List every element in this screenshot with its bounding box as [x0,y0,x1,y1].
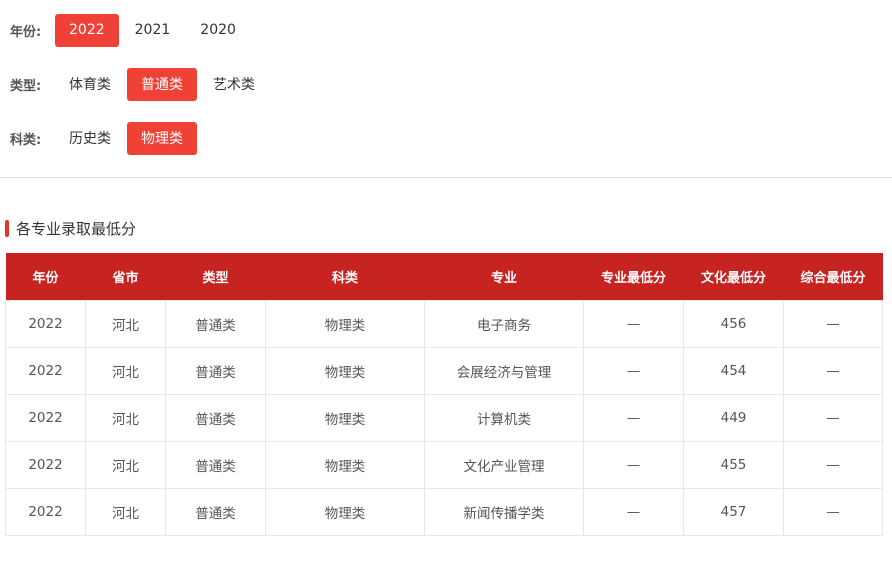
cell-overall-min-score: — [783,488,883,536]
cell-year: 2022 [5,347,86,395]
cell-type: 普通类 [165,347,266,395]
cell-province: 河北 [85,488,166,536]
cell-province: 河北 [85,441,166,489]
cell-major-min-score: — [583,441,684,489]
header-type: 类型 [165,253,266,301]
cell-type: 普通类 [165,488,266,536]
header-major: 专业 [424,253,584,301]
cell-major: 计算机类 [424,394,584,442]
cell-major: 文化产业管理 [424,441,584,489]
scores-table: 年份 省市 类型 科类 专业 专业最低分 文化最低分 综合最低分 2022 河北… [5,253,883,536]
cell-culture-min-score: 457 [683,488,784,536]
cell-culture-min-score: 449 [683,394,784,442]
header-year: 年份 [5,253,86,301]
cell-year: 2022 [5,300,86,348]
cell-overall-min-score: — [783,394,883,442]
year-option-2021[interactable]: 2021 [121,14,185,47]
table-row: 2022 河北 普通类 物理类 会展经济与管理 — 454 — [5,347,883,395]
cell-subject: 物理类 [265,441,425,489]
cell-major-min-score: — [583,347,684,395]
subject-option-history[interactable]: 历史类 [55,122,125,155]
cell-province: 河北 [85,347,166,395]
cell-major-min-score: — [583,488,684,536]
type-option-general[interactable]: 普通类 [127,67,197,101]
cell-type: 普通类 [165,394,266,442]
cell-province: 河北 [85,300,166,348]
cell-type: 普通类 [165,441,266,489]
subject-filter-label: 科类: [10,132,42,148]
header-culture-min-score: 文化最低分 [683,253,784,301]
cell-year: 2022 [5,394,86,442]
cell-year: 2022 [5,441,86,489]
cell-subject: 物理类 [265,488,425,536]
cell-culture-min-score: 454 [683,347,784,395]
table-row: 2022 河北 普通类 物理类 新闻传播学类 — 457 — [5,488,883,536]
cell-subject: 物理类 [265,394,425,442]
header-province: 省市 [85,253,166,301]
cell-major-min-score: — [583,394,684,442]
type-option-arts[interactable]: 艺术类 [199,68,269,101]
section-title: 各专业录取最低分 [5,219,137,238]
cell-type: 普通类 [165,300,266,348]
year-option-2020[interactable]: 2020 [186,14,250,47]
table-header-row: 年份 省市 类型 科类 专业 专业最低分 文化最低分 综合最低分 [5,253,883,301]
year-option-2022[interactable]: 2022 [55,13,119,47]
header-subject: 科类 [265,253,425,301]
cell-overall-min-score: — [783,347,883,395]
cell-culture-min-score: 455 [683,441,784,489]
cell-province: 河北 [85,394,166,442]
cell-major: 新闻传播学类 [424,488,584,536]
cell-major-min-score: — [583,300,684,348]
subject-filter-row: 科类: 历史类 物理类 [0,121,199,155]
year-filter-label: 年份: [10,24,42,40]
cell-subject: 物理类 [265,300,425,348]
cell-subject: 物理类 [265,347,425,395]
table-row: 2022 河北 普通类 物理类 文化产业管理 — 455 — [5,441,883,489]
section-title-bar [5,219,9,237]
year-filter-row: 年份: 2022 2021 2020 [0,13,252,47]
cell-culture-min-score: 456 [683,300,784,348]
cell-overall-min-score: — [783,300,883,348]
subject-option-physics[interactable]: 物理类 [127,121,197,155]
header-major-min-score: 专业最低分 [583,253,684,301]
table-row: 2022 河北 普通类 物理类 电子商务 — 456 — [5,300,883,348]
cell-year: 2022 [5,488,86,536]
type-filter-label: 类型: [10,78,42,94]
cell-overall-min-score: — [783,441,883,489]
type-filter-row: 类型: 体育类 普通类 艺术类 [0,67,271,101]
cell-major: 电子商务 [424,300,584,348]
table-row: 2022 河北 普通类 物理类 计算机类 — 449 — [5,394,883,442]
divider [0,177,892,178]
cell-major: 会展经济与管理 [424,347,584,395]
section-title-text: 各专业录取最低分 [16,219,137,238]
type-option-sports[interactable]: 体育类 [55,68,125,101]
header-overall-min-score: 综合最低分 [783,253,883,301]
